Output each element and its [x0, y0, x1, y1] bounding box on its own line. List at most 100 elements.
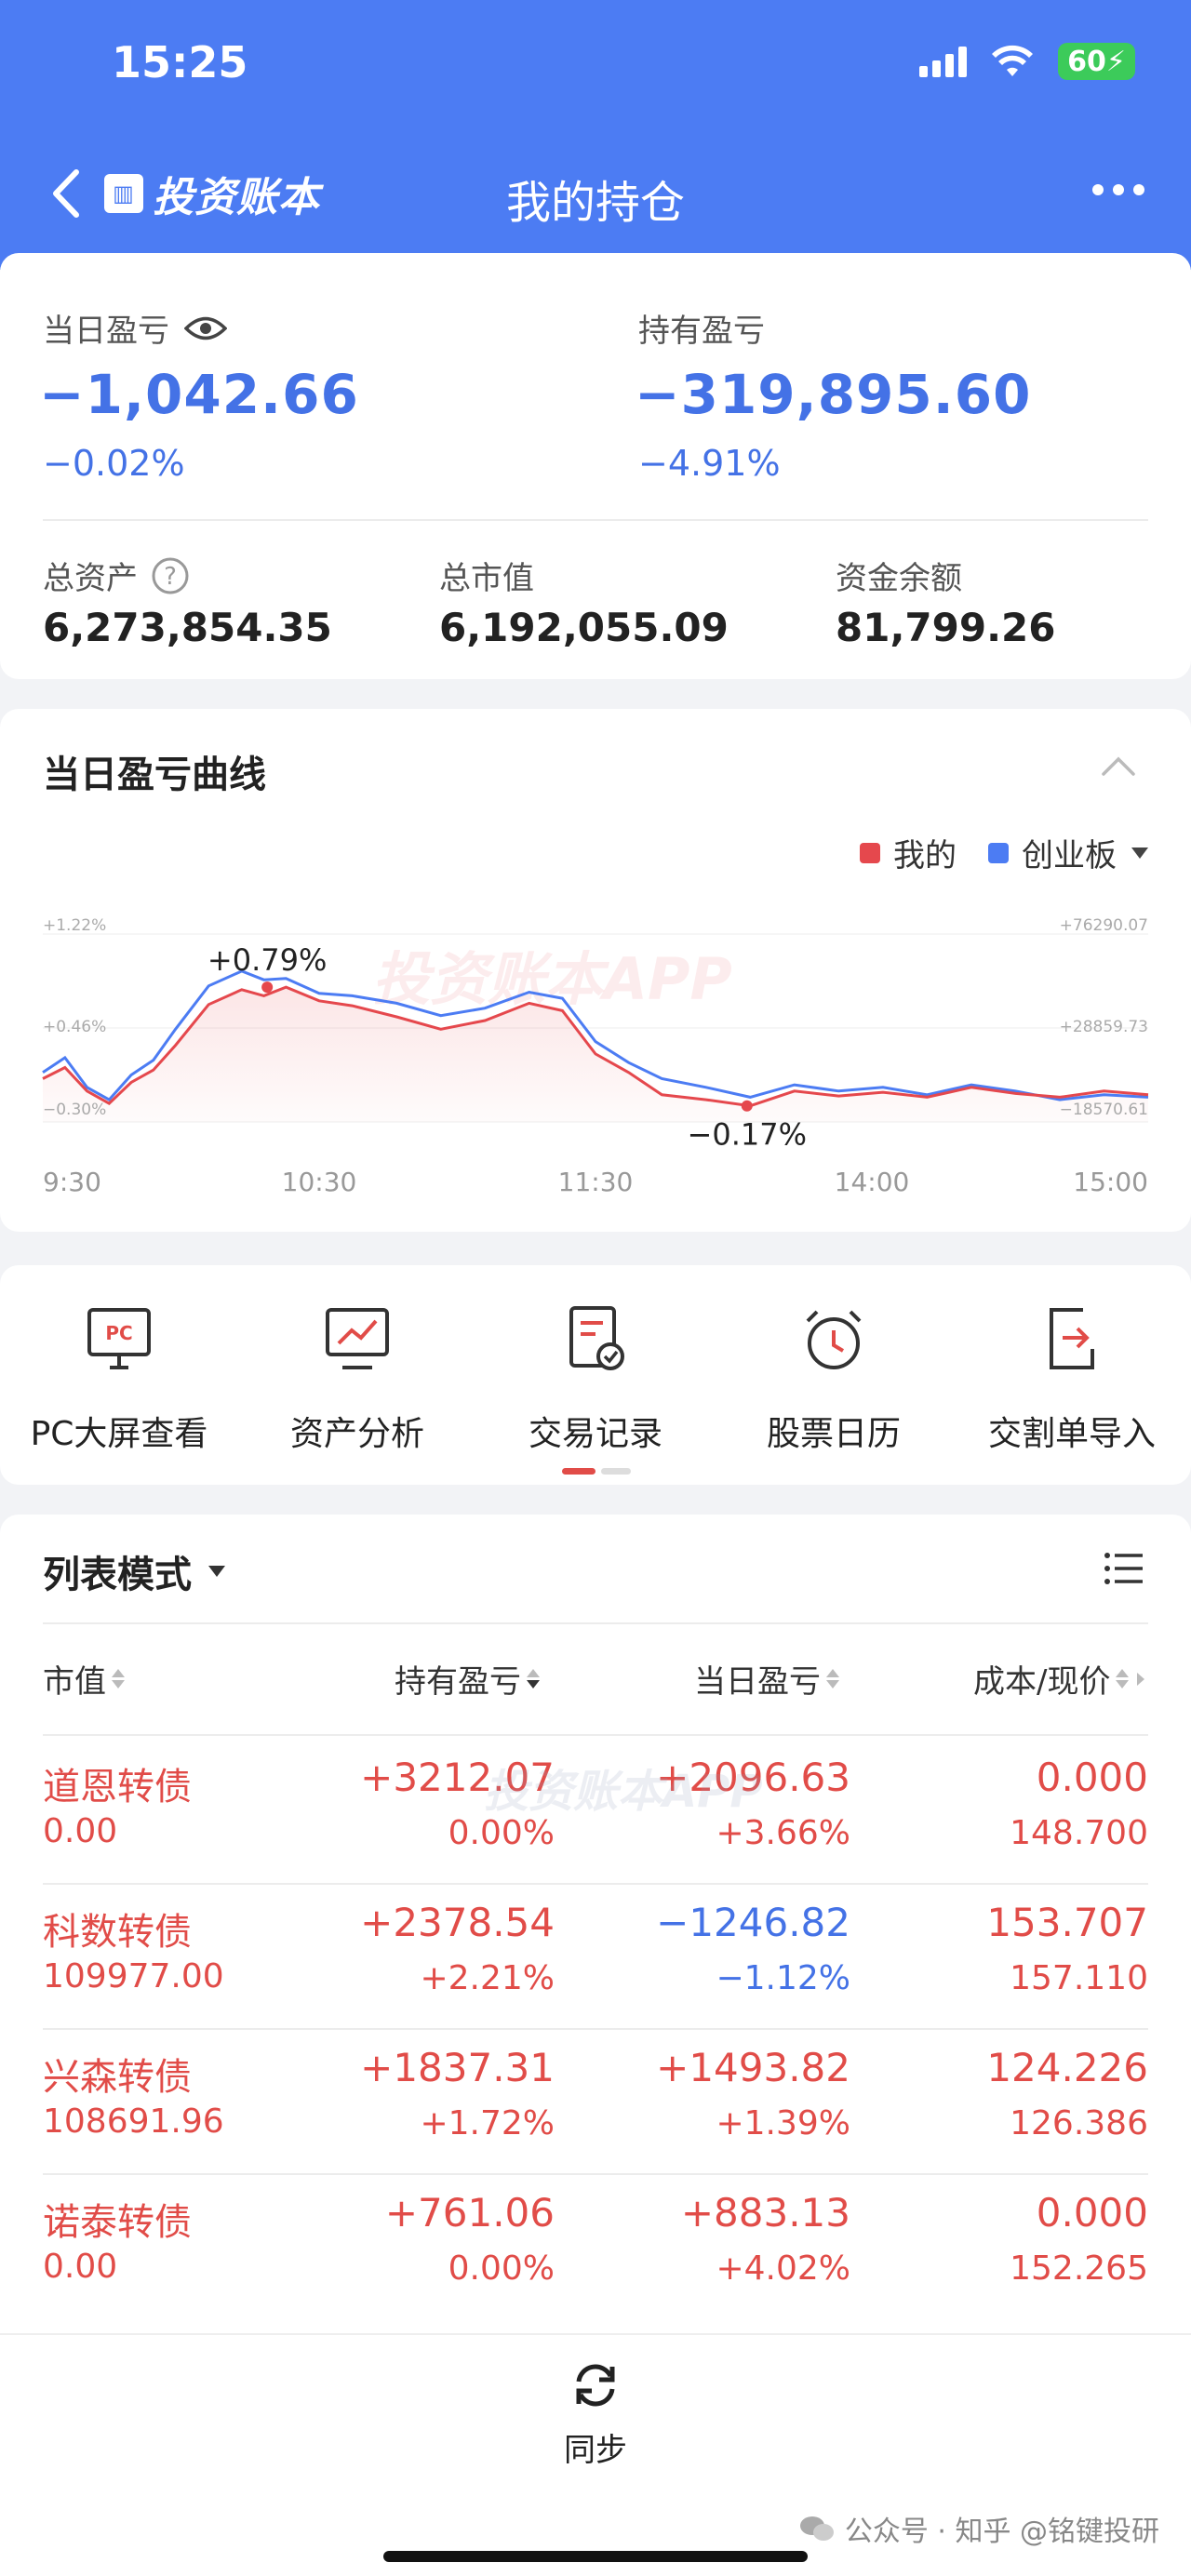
list-watermark: 投资账本APP	[484, 1766, 763, 1818]
annotation-dot	[261, 981, 274, 994]
annotation-dot	[741, 1100, 753, 1112]
pc-monitor-icon: PC	[87, 1308, 151, 1369]
row-price: 157.110	[1010, 1959, 1148, 1997]
svg-text:PC: PC	[105, 1322, 132, 1344]
sync-label: 同步	[564, 2432, 627, 2469]
list-mode-label: 列表模式	[43, 1554, 192, 1596]
header-cost-price[interactable]: 成本/现价	[973, 1656, 1147, 1702]
row-name: 兴森转债	[43, 2056, 192, 2099]
record-check-icon	[569, 1306, 624, 1370]
row-hold-pnl: +1837.31	[360, 2045, 555, 2090]
import-icon	[1050, 1308, 1094, 1369]
header-daily-pnl[interactable]: 当日盈亏	[694, 1656, 839, 1702]
status-time: 15:25	[112, 37, 248, 87]
sort-icon	[1116, 1669, 1130, 1688]
table-row[interactable]: 兴森转债 108691.96 +1837.31 +1.72% +1493.82 …	[0, 2028, 1191, 2173]
market-value-label: 总市值	[439, 560, 534, 597]
right-tick-label: +28859.73	[1060, 1018, 1148, 1036]
more-menu-icon[interactable]	[1092, 184, 1144, 195]
app-header: 15:25 60 ⚡ ▥ 投资账本 我的持仓	[0, 0, 1191, 270]
list-view-icon[interactable]	[1104, 1552, 1144, 1585]
tool-import-statement-label: 交割单导入	[987, 1415, 1156, 1453]
wifi-icon	[992, 45, 1034, 76]
daily-pnl-percent: −0.02%	[43, 443, 185, 484]
help-icon[interactable]: ?	[151, 556, 190, 595]
header-market-value-label: 市值	[43, 1663, 106, 1701]
row-hold-pnl: +2378.54	[360, 1900, 555, 1945]
row-daily-pct: +4.02%	[716, 2249, 850, 2288]
right-tick-label: +76290.07	[1060, 916, 1148, 935]
list-mode-selector[interactable]: 列表模式	[43, 1544, 227, 1598]
row-daily-pnl: +883.13	[680, 2190, 850, 2236]
eye-icon[interactable]	[184, 314, 227, 342]
tool-asset-analysis-label: 资产分析	[289, 1415, 424, 1453]
tool-trade-records[interactable]: 交易记录	[476, 1302, 715, 1455]
row-cost: 153.707	[986, 1900, 1148, 1945]
hold-pnl-percent: −4.91%	[638, 443, 781, 484]
daily-pnl-value: −1,042.66	[39, 363, 359, 426]
row-cost: 124.226	[986, 2045, 1148, 2090]
right-axis-ticks: +76290.07 +28859.73 −18570.61	[1060, 916, 1148, 1119]
holdings-list-card: 列表模式 市值 持有盈亏 当日盈亏 成本/现价 道恩转债 0.00 +3212.…	[0, 1515, 1191, 2333]
left-tick-label: +0.46%	[43, 1018, 106, 1036]
tool-stock-calendar[interactable]: 股票日历	[715, 1302, 953, 1455]
cellular-signal-icon	[919, 46, 968, 77]
summary-divider	[43, 519, 1148, 521]
cash-value: 81,799.26	[836, 605, 1056, 650]
row-price: 148.700	[1010, 1814, 1148, 1852]
header-hold-pnl-label: 持有盈亏	[395, 1663, 521, 1701]
table-row[interactable]: 科数转债 109977.00 +2378.54 +2.21% −1246.82 …	[0, 1883, 1191, 2028]
total-assets-label-text: 总资产	[43, 560, 138, 597]
home-indicator	[383, 2551, 808, 2562]
footer-text: 公众号 · 知乎 @铭键投研	[844, 2516, 1159, 2548]
x-tick-label: 10:30	[282, 1167, 357, 1197]
table-row[interactable]: 诺泰转债 0.00 +761.06 0.00% +883.13 +4.02% 0…	[0, 2173, 1191, 2318]
dropdown-caret-icon	[208, 1566, 225, 1577]
x-tick-label: 15:00	[1073, 1167, 1148, 1197]
legend-index-label[interactable]: 创业板	[1022, 830, 1117, 875]
tool-trade-records-label: 交易记录	[528, 1415, 662, 1453]
sync-button[interactable]: 同步	[0, 2359, 1191, 2470]
sort-icon	[112, 1669, 125, 1688]
pnl-line-chart[interactable]: 投资账本APP +1.22% +0.46% −0.30% +76290.07 +288…	[0, 906, 1191, 1213]
row-hold-pct: +2.21%	[420, 1959, 555, 1997]
total-assets-label: 总资产 ?	[43, 553, 190, 598]
row-market-value: 108691.96	[43, 2102, 224, 2141]
tool-import-statement[interactable]: 交割单导入	[953, 1302, 1191, 1455]
cash-label: 资金余额	[836, 560, 962, 597]
tool-pc-view[interactable]: PC PC大屏查看	[0, 1302, 238, 1455]
sort-icon	[527, 1669, 540, 1688]
chart-title: 当日盈亏曲线	[43, 754, 266, 796]
legend-mine-label: 我的	[893, 837, 957, 874]
dropdown-caret-icon[interactable]	[1130, 846, 1150, 861]
status-icons: 60 ⚡	[919, 43, 1135, 80]
collapse-chevron-icon[interactable]	[1100, 754, 1137, 778]
row-daily-pct: −1.12%	[716, 1959, 850, 1997]
tool-asset-analysis[interactable]: 资产分析	[238, 1302, 476, 1455]
total-assets-value: 6,273,854.35	[43, 605, 332, 650]
chart-monitor-icon	[326, 1308, 389, 1369]
tool-pc-view-label: PC大屏查看	[30, 1415, 208, 1453]
header-divider	[43, 1734, 1148, 1736]
row-market-value: 109977.00	[43, 1957, 224, 1995]
row-name: 道恩转债	[43, 1766, 192, 1809]
header-hold-pnl[interactable]: 持有盈亏	[395, 1656, 540, 1702]
row-name: 诺泰转债	[43, 2201, 192, 2244]
x-tick-label: 11:30	[558, 1167, 634, 1197]
legend-mine-swatch	[860, 842, 880, 863]
alarm-clock-icon	[806, 1310, 862, 1369]
left-tick-label: +1.22%	[43, 916, 106, 935]
row-name: 科数转债	[43, 1911, 192, 1954]
row-daily-pct: +1.39%	[716, 2104, 850, 2142]
battery-icon: 60 ⚡	[1058, 43, 1135, 80]
header-market-value[interactable]: 市值	[43, 1656, 125, 1702]
row-market-value: 0.00	[43, 2248, 118, 2286]
row-cost: 0.000	[1036, 2190, 1148, 2236]
row-price: 126.386	[1010, 2104, 1148, 2142]
row-hold-pct: 0.00%	[448, 2249, 555, 2288]
daily-pnl-label-text: 当日盈亏	[43, 313, 169, 350]
row-price: 152.265	[1010, 2249, 1148, 2288]
market-value-value: 6,192,055.09	[439, 605, 729, 650]
bottom-bar: 同步 公众号 · 知乎 @铭键投研	[0, 2333, 1191, 2576]
x-tick-label: 14:00	[835, 1167, 910, 1197]
